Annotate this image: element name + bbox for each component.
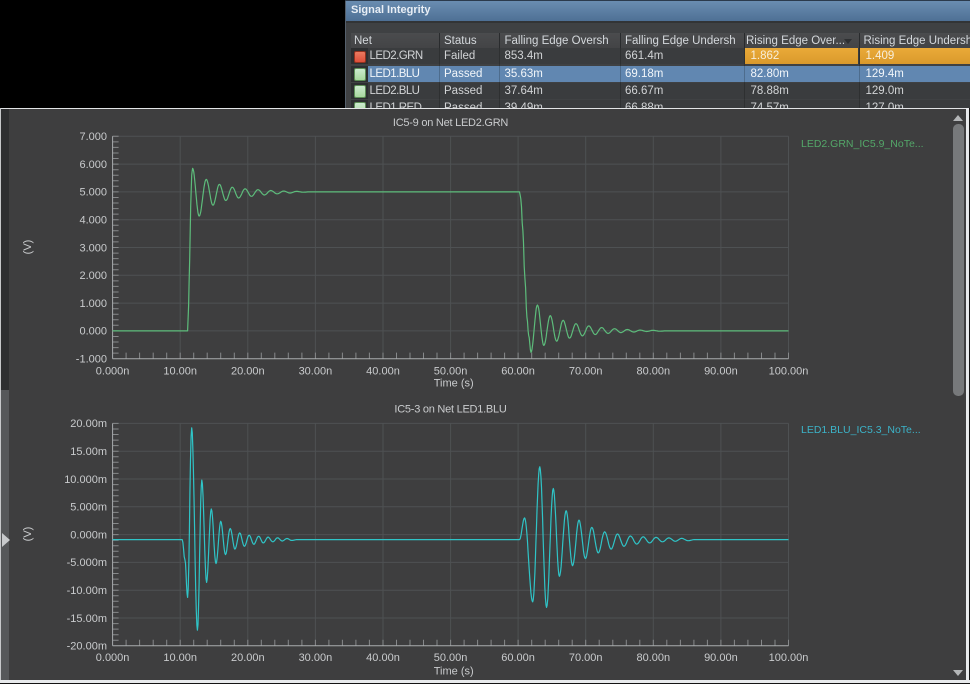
svg-text:-1.000: -1.000 — [76, 354, 107, 366]
svg-text:10.00n: 10.00n — [163, 652, 197, 664]
svg-text:20.00m: 20.00m — [70, 418, 107, 430]
svg-text:70.00n: 70.00n — [569, 652, 603, 664]
svg-text:70.00n: 70.00n — [569, 365, 603, 377]
svg-text:(V): (V) — [22, 527, 34, 542]
svg-text:1.000: 1.000 — [79, 298, 107, 310]
svg-text:80.00n: 80.00n — [636, 365, 670, 377]
svg-text:IC5-9 on Net LED2.GRN: IC5-9 on Net LED2.GRN — [393, 117, 508, 129]
svg-text:Time (s): Time (s) — [434, 377, 474, 389]
svg-text:90.00n: 90.00n — [704, 652, 738, 664]
svg-text:30.00n: 30.00n — [299, 365, 333, 377]
svg-text:30.00n: 30.00n — [299, 652, 333, 664]
svg-text:50.00n: 50.00n — [434, 365, 468, 377]
svg-text:4.000: 4.000 — [79, 215, 107, 227]
svg-text:0.000m: 0.000m — [70, 529, 107, 541]
svg-text:10.000m: 10.000m — [64, 474, 107, 486]
svg-text:15.00m: 15.00m — [70, 446, 107, 458]
svg-text:60.00n: 60.00n — [501, 652, 535, 664]
svg-text:Time (s): Time (s) — [434, 666, 474, 678]
svg-text:0.000: 0.000 — [79, 326, 107, 338]
svg-text:LED1.BLU_IC5.3_NoTe...: LED1.BLU_IC5.3_NoTe... — [801, 424, 921, 436]
svg-text:20.00n: 20.00n — [231, 652, 265, 664]
svg-text:100.00n: 100.00n — [769, 365, 809, 377]
svg-text:0.000n: 0.000n — [96, 365, 130, 377]
svg-text:(V): (V) — [22, 240, 34, 255]
svg-text:90.00n: 90.00n — [704, 365, 738, 377]
svg-text:LED2.GRN_IC5.9_NoTe...: LED2.GRN_IC5.9_NoTe... — [801, 138, 924, 150]
svg-text:100.00n: 100.00n — [769, 652, 809, 664]
svg-text:2.000: 2.000 — [79, 270, 107, 282]
svg-text:80.00n: 80.00n — [636, 652, 670, 664]
svg-text:10.00n: 10.00n — [163, 365, 197, 377]
svg-text:-15.00m: -15.00m — [67, 613, 107, 625]
svg-text:IC5-3 on Net LED1.BLU: IC5-3 on Net LED1.BLU — [394, 403, 506, 415]
svg-text:3.000: 3.000 — [79, 242, 107, 254]
svg-text:0.000n: 0.000n — [96, 652, 130, 664]
svg-text:-5.000m: -5.000m — [67, 557, 107, 569]
svg-text:60.00n: 60.00n — [501, 365, 535, 377]
svg-text:5.000: 5.000 — [79, 187, 107, 199]
svg-text:7.000: 7.000 — [79, 131, 107, 143]
svg-text:20.00n: 20.00n — [231, 365, 265, 377]
svg-text:40.00n: 40.00n — [366, 652, 400, 664]
svg-text:6.000: 6.000 — [79, 159, 107, 171]
svg-text:40.00n: 40.00n — [366, 365, 400, 377]
svg-text:5.000m: 5.000m — [70, 502, 107, 514]
svg-text:-10.00m: -10.00m — [67, 585, 107, 597]
svg-text:50.00n: 50.00n — [434, 652, 468, 664]
svg-text:-20.00m: -20.00m — [67, 641, 107, 653]
